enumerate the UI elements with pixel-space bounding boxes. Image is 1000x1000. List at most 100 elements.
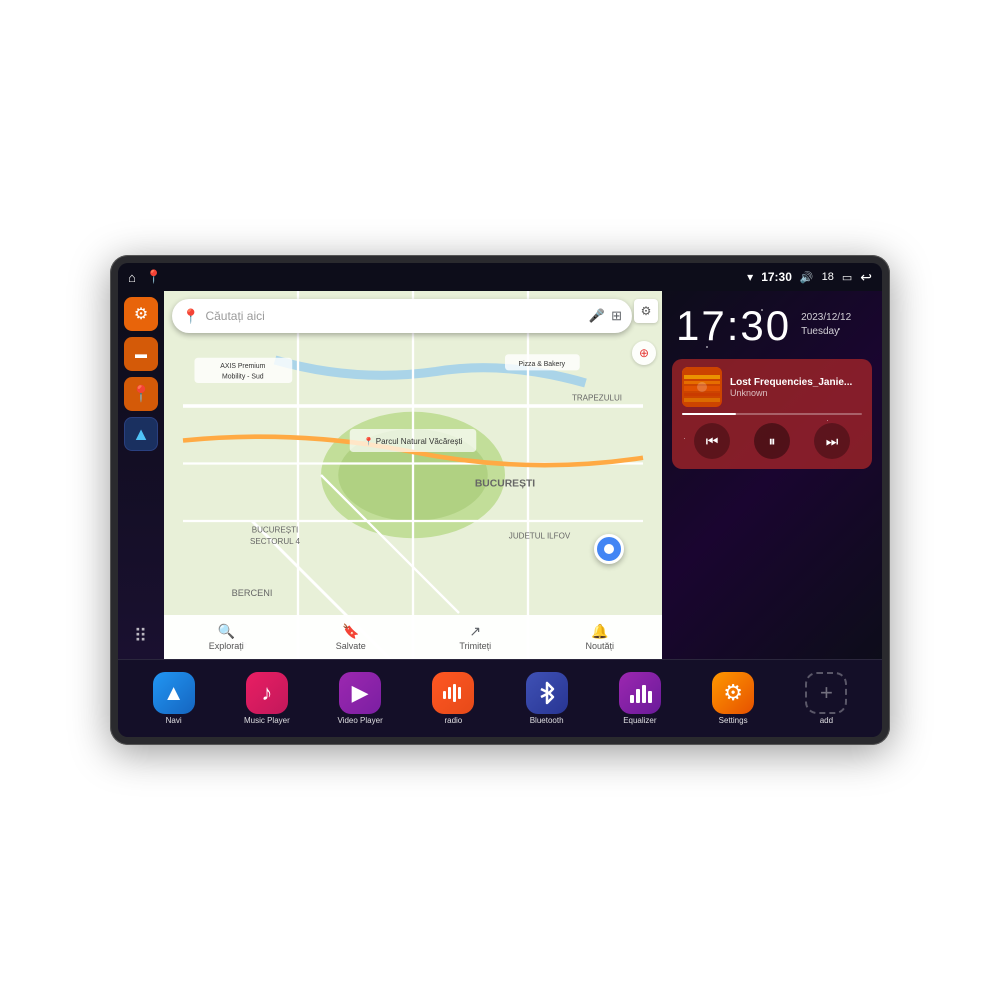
explore-icon: 🔍 (218, 623, 235, 640)
svg-text:TRAPEZULUI: TRAPEZULUI (572, 393, 622, 402)
clock-time: 17:30 (676, 305, 791, 347)
video-player-icon-wrap: ▶ (339, 672, 381, 714)
map-pin-icon[interactable]: 📍 (146, 269, 162, 285)
svg-text:BERCENI: BERCENI (232, 588, 273, 598)
music-player-label: Music Player (244, 716, 290, 725)
album-art (682, 367, 722, 407)
music-text: Lost Frequencies_Janie... Unknown (730, 377, 862, 398)
news-icon: 🔔 (591, 623, 608, 640)
svg-text:Mobility - Sud: Mobility - Sud (222, 373, 264, 380)
radio-waveform-icon (441, 681, 465, 705)
music-controls: ⏮ ⏸ ⏭ (682, 421, 862, 461)
map-area: 📍 Parcul Natural Văcărești AXIS Premium … (164, 291, 662, 659)
status-bar-left: ⌂ 📍 (128, 269, 162, 285)
pause-button[interactable]: ⏸ (754, 423, 790, 459)
status-bar-right: ▾ 17:30 🔊 18 ▭ ↩ (747, 269, 872, 286)
add-icon-wrap: + (805, 672, 847, 714)
app-settings[interactable]: ⚙ Settings (688, 668, 779, 729)
mic-icon[interactable]: 🎤 (589, 308, 605, 324)
album-art-svg (682, 367, 722, 407)
sidebar-settings-button[interactable]: ⚙ (124, 297, 158, 331)
map-tab-explore[interactable]: 🔍 Explorați (164, 623, 289, 651)
apps-grid-icon: ⠿ (134, 626, 148, 647)
add-label: add (820, 716, 833, 725)
svg-text:SECTORUL 4: SECTORUL 4 (250, 537, 301, 546)
app-video-player[interactable]: ▶ Video Player (315, 668, 406, 729)
settings-label: Settings (719, 716, 748, 725)
device-frame: ⌂ 📍 ▾ 17:30 🔊 18 ▭ ↩ ⚙ ▬ (110, 255, 890, 745)
wifi-icon: ▾ (747, 270, 753, 284)
map-tab-send[interactable]: ↗ Trimiteți (413, 623, 538, 651)
equalizer-icon (628, 681, 652, 705)
svg-text:Pizza & Bakery: Pizza & Bakery (518, 361, 565, 368)
battery-level: 18 (822, 271, 834, 283)
google-maps-logo: 📍 (182, 308, 199, 325)
previous-track-button[interactable]: ⏮ (694, 423, 730, 459)
sidebar-nav-button[interactable]: ▲ (124, 417, 158, 451)
next-track-button[interactable]: ⏭ (814, 423, 850, 459)
sidebar-folder-button[interactable]: ▬ (124, 337, 158, 371)
location-marker (594, 534, 624, 564)
saved-label: Salvate (336, 641, 366, 651)
music-artist: Unknown (730, 388, 862, 398)
app-radio[interactable]: radio (408, 668, 499, 729)
svg-text:📍 Parcul Natural Văcărești: 📍 Parcul Natural Văcărești (363, 436, 462, 446)
video-player-icon: ▶ (352, 680, 369, 706)
navi-icon: ▲ (163, 680, 185, 706)
clock-date-text: 2023/12/12 (801, 311, 851, 325)
svg-text:AXIS Premium: AXIS Premium (220, 363, 265, 370)
svg-text:BUCUREȘTI: BUCUREȘTI (475, 479, 535, 490)
navi-label: Navi (166, 716, 182, 725)
map-tab-saved[interactable]: 🔖 Salvate (289, 623, 414, 651)
settings-app-icon: ⚙ (723, 680, 743, 706)
sidebar-map-button[interactable]: 📍 (124, 377, 158, 411)
main-content: ⚙ ▬ 📍 ▲ ⠿ (118, 291, 882, 659)
explore-label: Explorați (209, 641, 244, 651)
app-navi[interactable]: ▲ Navi (128, 668, 219, 729)
svg-text:BUCUREȘTI: BUCUREȘTI (252, 526, 299, 535)
marker-inner (604, 544, 614, 554)
send-icon: ↗ (469, 623, 481, 640)
equalizer-label: Equalizer (623, 716, 656, 725)
svg-text:JUDETUL ILFOV: JUDETUL ILFOV (509, 531, 571, 540)
news-label: Noutăți (585, 641, 614, 651)
left-sidebar: ⚙ ▬ 📍 ▲ ⠿ (118, 291, 164, 659)
status-time: 17:30 (761, 270, 792, 284)
compass-icon: ⊕ (639, 346, 649, 360)
back-icon[interactable]: ↩ (860, 269, 872, 286)
sidebar-apps-button[interactable]: ⠿ (124, 619, 158, 653)
bluetooth-icon-wrap (526, 672, 568, 714)
right-panel: 17:30 2023/12/12 Tuesday (662, 291, 882, 659)
bluetooth-icon (535, 681, 559, 705)
equalizer-icon-wrap (619, 672, 661, 714)
map-search-bar[interactable]: 📍 Căutați aici 🎤 ⊞ (172, 299, 632, 333)
app-bluetooth[interactable]: Bluetooth (501, 668, 592, 729)
music-progress-fill (682, 413, 736, 415)
music-widget: Lost Frequencies_Janie... Unknown ⏮ ⏸ ⏭ (672, 359, 872, 469)
clock-day-text: Tuesday (801, 325, 851, 339)
map-svg: 📍 Parcul Natural Văcărești AXIS Premium … (164, 291, 662, 659)
map-tab-news[interactable]: 🔔 Noutăți (538, 623, 663, 651)
map-settings-icon: ⚙ (641, 304, 652, 318)
send-label: Trimiteți (459, 641, 491, 651)
search-placeholder: Căutați aici (205, 309, 582, 323)
volume-icon: 🔊 (800, 271, 814, 284)
app-add[interactable]: + add (781, 668, 872, 729)
app-music-player[interactable]: ♪ Music Player (221, 668, 312, 729)
map-container[interactable]: 📍 Parcul Natural Văcărești AXIS Premium … (164, 291, 662, 659)
app-equalizer[interactable]: Equalizer (594, 668, 685, 729)
map-settings-button[interactable]: ⚙ (634, 299, 658, 323)
layers-icon[interactable]: ⊞ (611, 308, 622, 324)
map-bottom-toolbar: 🔍 Explorați 🔖 Salvate ↗ Trimiteți 🔔 (164, 615, 662, 659)
bluetooth-label: Bluetooth (530, 716, 564, 725)
home-icon[interactable]: ⌂ (128, 270, 136, 285)
nav-arrow-icon: ▲ (132, 424, 150, 445)
add-icon: + (820, 680, 833, 706)
clock-widget: 17:30 2023/12/12 Tuesday (662, 291, 882, 355)
map-compass[interactable]: ⊕ (632, 341, 656, 365)
saved-icon: 🔖 (342, 623, 359, 640)
navi-icon-wrap: ▲ (153, 672, 195, 714)
map-icon: 📍 (131, 384, 151, 404)
folder-icon: ▬ (135, 347, 147, 361)
app-grid-container: ▲ Navi ♪ Music Player ▶ Video Player (118, 659, 882, 737)
